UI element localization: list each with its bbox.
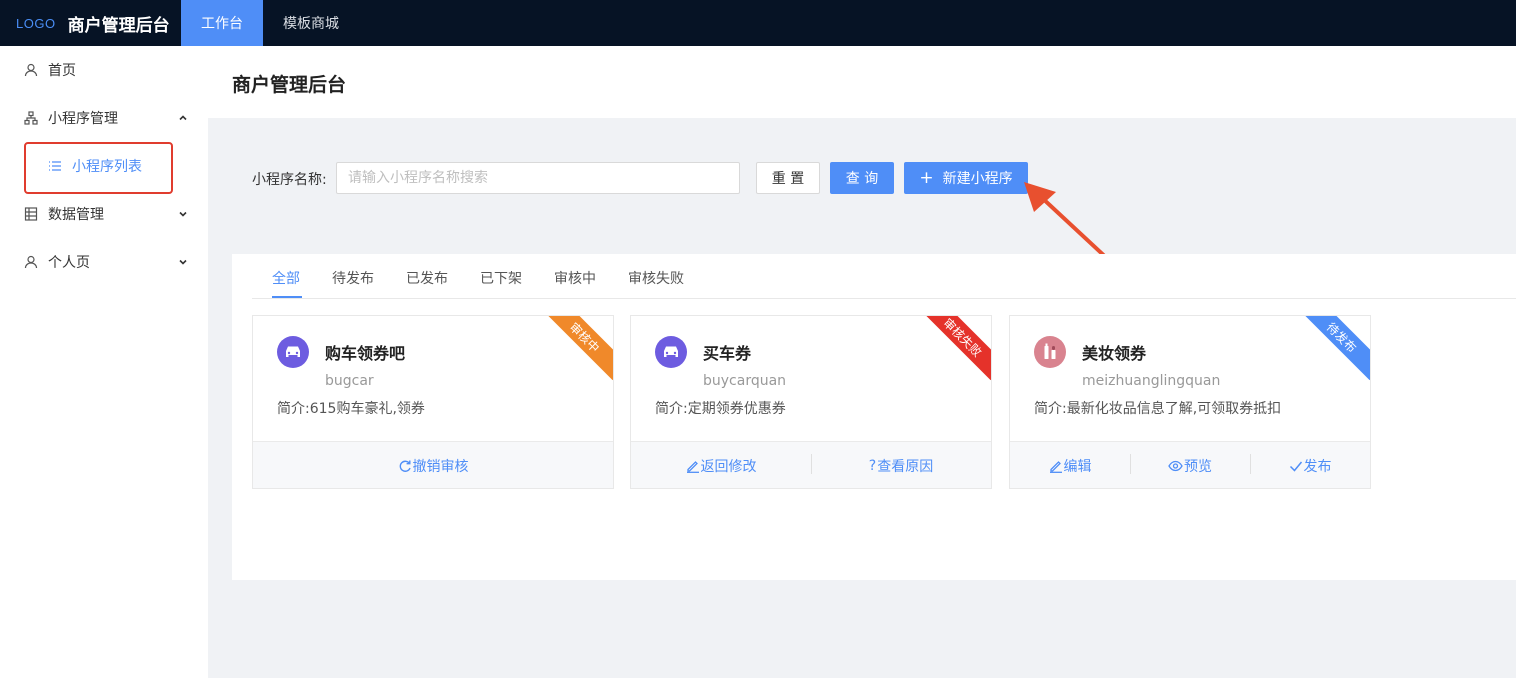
- tab-all[interactable]: 全部: [272, 268, 300, 288]
- page-header: 商户管理后台: [208, 46, 1516, 118]
- sidebar-item-home[interactable]: 首页: [0, 46, 208, 94]
- org-chart-icon: [24, 111, 38, 125]
- sidebar: 首页 小程序管理 小程序列表 数据管理 个人页: [0, 46, 208, 678]
- search-input[interactable]: [336, 162, 740, 194]
- page-title: 商户管理后台: [232, 74, 347, 96]
- card-code: buycarquan: [703, 373, 787, 389]
- action-label: 编辑: [1063, 459, 1092, 475]
- chevron-up-icon: [178, 111, 188, 127]
- tab-active-indicator: [272, 296, 302, 298]
- return-edit-button[interactable]: 返回修改: [631, 456, 811, 476]
- user-icon: [24, 63, 38, 77]
- action-label: 发布: [1303, 459, 1332, 475]
- sidebar-item-profile[interactable]: 个人页: [0, 238, 208, 286]
- card-code: meizhuanglingquan: [1082, 373, 1221, 389]
- refresh-icon: [398, 459, 412, 473]
- plus-icon: +: [919, 167, 934, 188]
- tab-review-failed[interactable]: 审核失败: [628, 268, 684, 288]
- sidebar-item-data-management[interactable]: 数据管理: [0, 190, 208, 238]
- card-name: 美妆领券: [1082, 344, 1147, 363]
- view-reason-button[interactable]: ? 查看原因: [811, 454, 991, 476]
- sidebar-item-label: 个人页: [48, 255, 90, 271]
- sidebar-item-label: 首页: [48, 63, 76, 79]
- tab-removed[interactable]: 已下架: [480, 268, 522, 288]
- tab-under-review[interactable]: 审核中: [554, 268, 596, 288]
- action-label: 预览: [1184, 459, 1212, 475]
- top-navbar: LOGO 商户管理后台 工作台 模板商城: [0, 0, 1516, 46]
- new-miniprogram-label: 新建小程序: [942, 171, 1013, 187]
- status-tabs: 全部 待发布 已发布 已下架 审核中 审核失败: [252, 254, 1516, 299]
- card-description: 简介:最新化妆品信息了解,可领取券抵扣: [1034, 401, 1282, 417]
- chevron-down-icon: [178, 207, 188, 223]
- preview-button[interactable]: 预览: [1130, 454, 1250, 476]
- cosmetics-icon: [1034, 336, 1066, 368]
- sidebar-item-label: 小程序管理: [48, 111, 118, 127]
- top-tab-template-mall[interactable]: 模板商城: [263, 0, 359, 46]
- card-description: 简介:615购车豪礼,领券: [277, 401, 425, 417]
- tab-pending-release[interactable]: 待发布: [332, 268, 374, 288]
- status-ribbon: 审核中: [541, 316, 613, 381]
- logo[interactable]: LOGO 商户管理后台: [0, 0, 181, 46]
- card-code: bugcar: [325, 373, 374, 389]
- status-ribbon: 审核失败: [919, 316, 991, 381]
- search-label: 小程序名称:: [252, 172, 327, 188]
- action-label: 查看原因: [877, 459, 934, 475]
- action-label: 返回修改: [700, 459, 757, 475]
- car-icon: [277, 336, 309, 368]
- user-icon: [24, 255, 38, 269]
- miniprogram-card: 美妆领券 meizhuanglingquan 简介:最新化妆品信息了解,可领取券…: [1009, 315, 1371, 489]
- car-icon: [655, 336, 687, 368]
- table-icon: [24, 207, 38, 221]
- edit-button[interactable]: 编辑: [1010, 456, 1130, 476]
- card-actions: 编辑 预览 发布: [1010, 441, 1370, 488]
- sidebar-item-label: 数据管理: [48, 207, 104, 223]
- miniprogram-card: 买车券 buycarquan 简介:定期领券优惠券 审核失败 返回修改 ? 查看…: [630, 315, 992, 489]
- top-tab-workbench[interactable]: 工作台: [181, 0, 263, 46]
- publish-button[interactable]: 发布: [1250, 454, 1370, 476]
- status-ribbon: 待发布: [1298, 316, 1370, 381]
- edit-icon: [686, 459, 700, 473]
- miniprogram-card: 购车领券吧 bugcar 简介:615购车豪礼,领券 审核中 撤销审核: [252, 315, 614, 489]
- tab-released[interactable]: 已发布: [406, 268, 448, 288]
- card-name: 买车券: [703, 344, 752, 363]
- chevron-down-icon: [178, 255, 188, 271]
- edit-icon: [1049, 459, 1063, 473]
- eye-icon: [1168, 459, 1183, 473]
- card-actions: 返回修改 ? 查看原因: [631, 441, 991, 488]
- question-icon: ?: [868, 458, 877, 474]
- card-description: 简介:定期领券优惠券: [655, 401, 786, 417]
- card-actions: 撤销审核: [253, 441, 613, 488]
- app-title: 商户管理后台: [67, 15, 170, 36]
- card-name: 购车领券吧: [325, 344, 406, 363]
- query-button[interactable]: 查 询: [830, 162, 894, 194]
- check-icon: [1289, 459, 1303, 473]
- action-label: 撤销审核: [412, 459, 469, 475]
- logo-mark: LOGO: [16, 15, 56, 31]
- sidebar-item-miniprogram-management[interactable]: 小程序管理: [0, 94, 208, 142]
- reset-button[interactable]: 重 置: [756, 162, 820, 194]
- revoke-review-button[interactable]: 撤销审核: [253, 456, 613, 476]
- highlight-annotation-box: [24, 142, 173, 194]
